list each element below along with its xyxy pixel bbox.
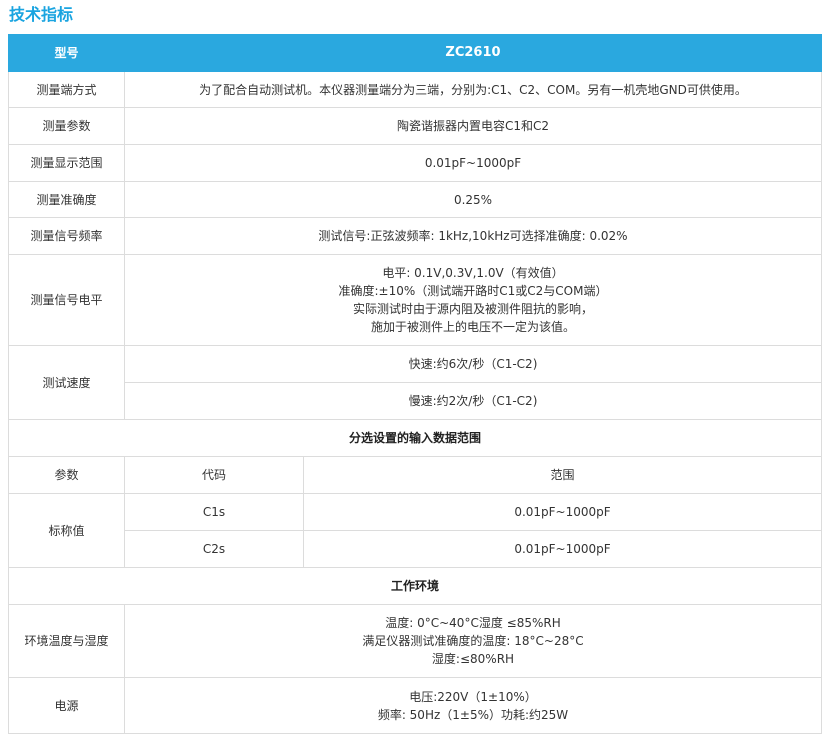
table-row: 测试速度 快速:约6次/秒（C1-C2) <box>8 345 822 420</box>
code-cell: C1s <box>124 493 304 531</box>
table-header-row: 型号 ZC2610 <box>8 34 822 72</box>
model-label: 型号 <box>8 34 125 72</box>
row-value-multiline: 电压:220V（1±10%） 频率: 50Hz（1±5%）功耗:约25W <box>124 677 822 734</box>
row-label: 测量端方式 <box>8 71 125 108</box>
table-row: 标称值 C1s 0.01pF~1000pF <box>8 493 822 568</box>
row-label: 标称值 <box>8 493 125 568</box>
row-label: 测量显示范围 <box>8 144 125 182</box>
code-cell: C2s <box>124 530 304 568</box>
value-line: 满足仪器测试准确度的温度: 18°C~28°C <box>362 634 584 648</box>
column-header: 参数 <box>8 456 125 494</box>
spec-table: 型号 ZC2610 测量端方式 为了配合自动测试机。本仪器测量端分为三端，分别为… <box>8 34 822 734</box>
row-label: 测量准确度 <box>8 181 125 218</box>
table-row: 测量端方式 为了配合自动测试机。本仪器测量端分为三端，分别为:C1、C2、COM… <box>8 71 822 108</box>
section-title: 分选设置的输入数据范围 <box>8 419 822 457</box>
model-value: ZC2610 <box>124 34 822 72</box>
column-header: 范围 <box>303 456 822 494</box>
table-row: C2s 0.01pF~1000pF <box>9 530 822 568</box>
value-line: 电平: 0.1V,0.3V,1.0V（有效值） <box>382 266 564 280</box>
row-label: 测量参数 <box>8 107 125 145</box>
row-value: 慢速:约2次/秒（C1-C2) <box>124 382 822 420</box>
row-label: 环境温度与湿度 <box>8 604 125 678</box>
value-line: 准确度:±10%（测试端开路时C1或C2与COM端） <box>338 284 608 298</box>
value-line: 电压:220V（1±10%） <box>409 689 537 704</box>
table-row: 测量信号频率 测试信号:正弦波频率: 1kHz,10kHz可选择准确度: 0.0… <box>8 217 822 255</box>
row-value: 0.25% <box>124 181 822 218</box>
row-value: 快速:约6次/秒（C1-C2) <box>124 345 822 383</box>
table-row: 慢速:约2次/秒（C1-C2) <box>9 382 822 420</box>
section-title: 工作环境 <box>8 567 822 605</box>
value-line: 频率: 50Hz（1±5%）功耗:约25W <box>377 707 569 722</box>
value-line: 温度: 0°C~40°C湿度 ≤85%RH <box>385 616 561 630</box>
row-label: 测量信号频率 <box>8 217 125 255</box>
table-row: 测量显示范围 0.01pF~1000pF <box>8 144 822 182</box>
column-header-row: 参数 代码 范围 <box>8 456 822 494</box>
table-row: 测量信号电平 电平: 0.1V,0.3V,1.0V（有效值） 准确度:±10%（… <box>8 254 822 346</box>
range-cell: 0.01pF~1000pF <box>303 493 822 531</box>
row-label: 测量信号电平 <box>8 254 125 346</box>
value-line: 施加于被测件上的电压不一定为该值。 <box>370 320 575 334</box>
row-label: 电源 <box>8 677 125 734</box>
table-row: 测量参数 陶瓷谐振器内置电容C1和C2 <box>8 107 822 145</box>
row-value: 测试信号:正弦波频率: 1kHz,10kHz可选择准确度: 0.02% <box>124 217 822 255</box>
column-header: 代码 <box>124 456 304 494</box>
row-value-multiline: 温度: 0°C~40°C湿度 ≤85%RH 满足仪器测试准确度的温度: 18°C… <box>124 604 822 678</box>
row-value: 为了配合自动测试机。本仪器测量端分为三端，分别为:C1、C2、COM。另有一机壳… <box>124 71 822 108</box>
section-title-row: 工作环境 <box>8 567 822 605</box>
row-value: 0.01pF~1000pF <box>124 144 822 182</box>
value-line: 湿度:≤80%RH <box>431 652 515 666</box>
row-value: 陶瓷谐振器内置电容C1和C2 <box>124 107 822 145</box>
range-cell: 0.01pF~1000pF <box>303 530 822 568</box>
table-row: 环境温度与湿度 温度: 0°C~40°C湿度 ≤85%RH 满足仪器测试准确度的… <box>8 604 822 678</box>
row-value-multiline: 电平: 0.1V,0.3V,1.0V（有效值） 准确度:±10%（测试端开路时C… <box>124 254 822 346</box>
value-line: 实际测试时由于源内阻及被测件阻抗的影响， <box>352 302 593 316</box>
page-title: 技术指标 <box>9 5 74 24</box>
table-row: 测量准确度 0.25% <box>8 181 822 218</box>
table-row: 电源 电压:220V（1±10%） 频率: 50Hz（1±5%）功耗:约25W <box>8 677 822 734</box>
section-title-row: 分选设置的输入数据范围 <box>8 419 822 457</box>
row-label: 测试速度 <box>8 345 125 420</box>
